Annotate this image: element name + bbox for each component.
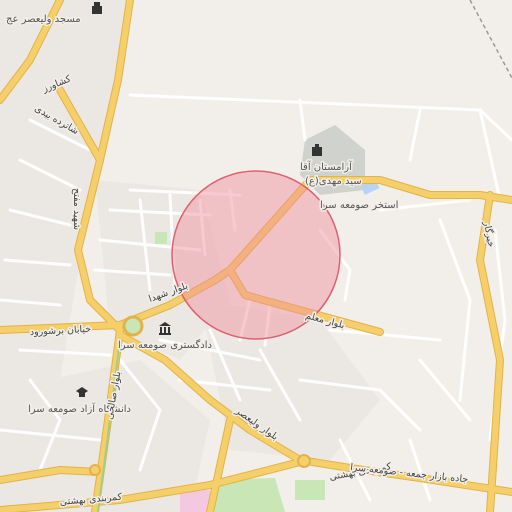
courthouse-label: دادگستری صومعه سرا [118,339,212,351]
mosque-label: مسجد ولیعصر عج [6,14,81,25]
map-view[interactable]: مسجد ولیعصر عج کشاورز شاترده بیدی شهید م… [0,0,512,512]
cemetery-label-2: سید مهدی(ع) [305,176,362,187]
roundabout-southwest [89,464,101,476]
shahid-mofatteh-label: شهید مفتح [71,188,82,230]
roundabout-south [297,454,311,468]
roundabout-west [122,315,144,337]
map-canvas[interactable]: مسجد ولیعصر عج کشاورز شاترده بیدی شهید م… [0,0,512,512]
cemetery-label-1: آرامستان آقا [300,160,353,173]
swimming-pool-label: استخر صومعه سرا [320,200,398,211]
